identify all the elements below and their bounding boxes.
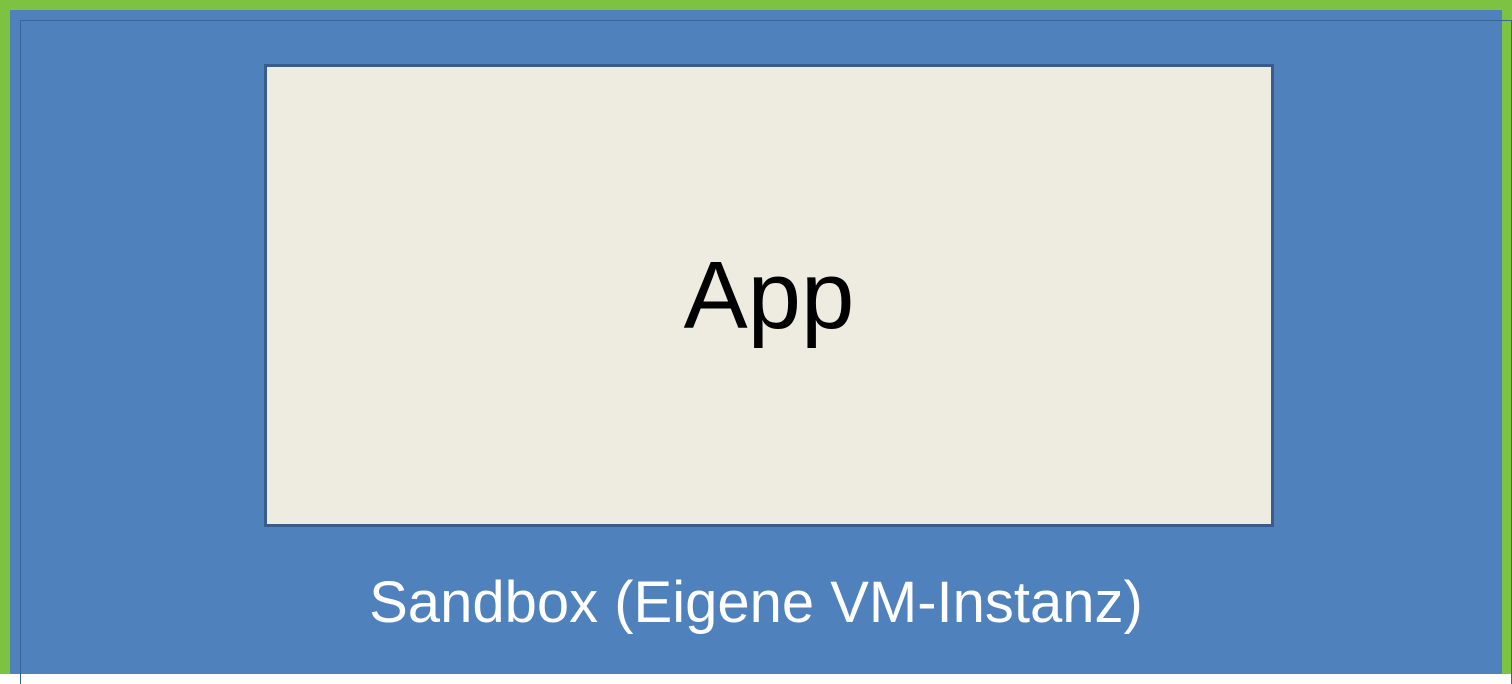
sandbox-diagram: App Sandbox (Eigene VM-Instanz) bbox=[0, 0, 1512, 684]
sandbox-label: Sandbox (Eigene VM-Instanz) bbox=[369, 570, 1143, 635]
app-label: App bbox=[683, 241, 855, 349]
app-box: App bbox=[264, 64, 1274, 527]
